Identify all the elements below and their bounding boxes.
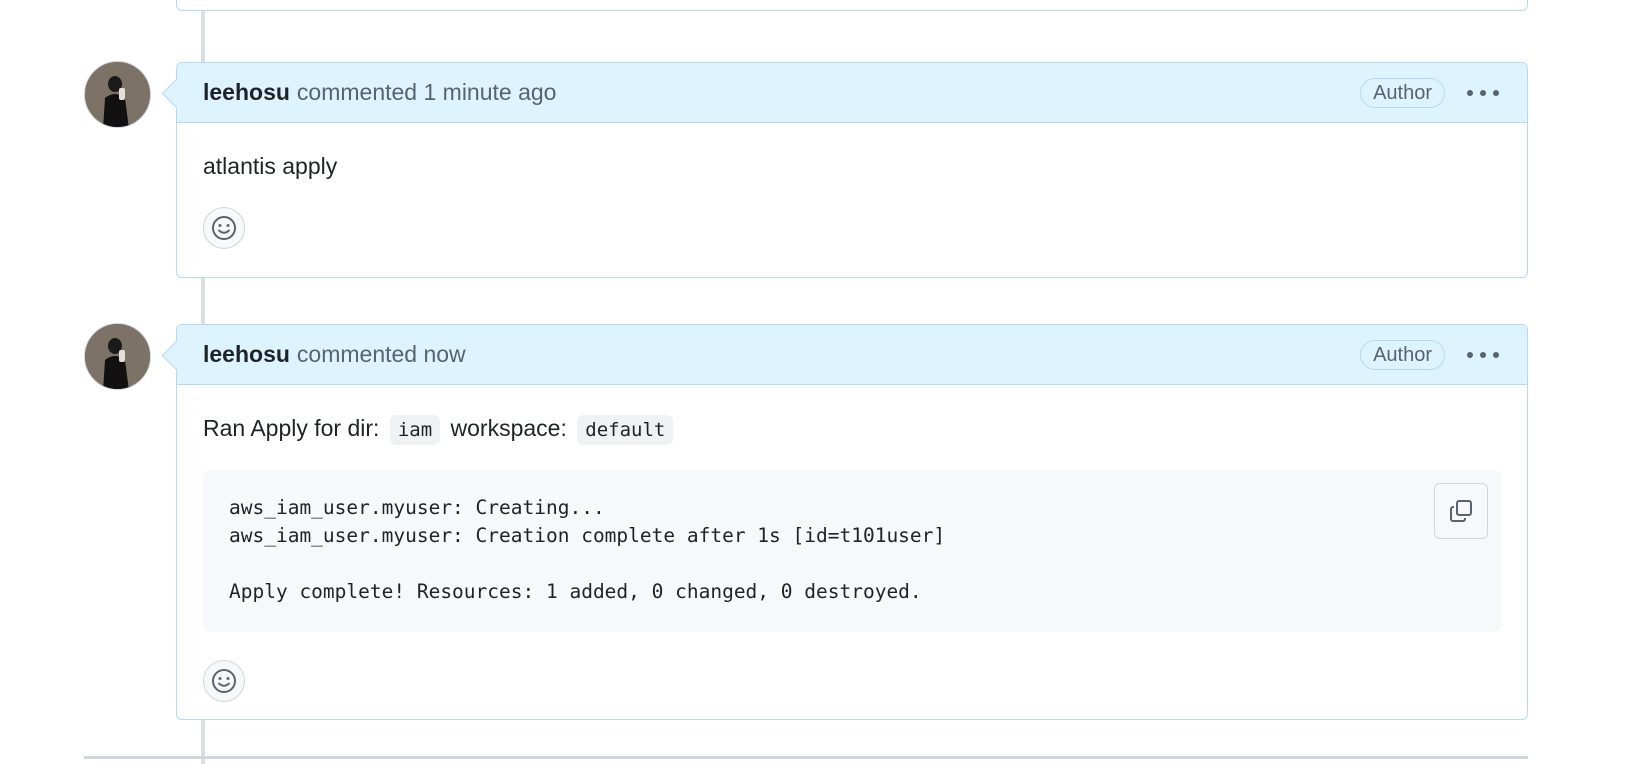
- author-badge: Author: [1360, 339, 1445, 370]
- author-badge: Author: [1360, 77, 1445, 108]
- body-middle: workspace:: [450, 415, 567, 441]
- dir-code: iam: [389, 415, 441, 445]
- avatar-image: [85, 62, 150, 127]
- previous-comment-box: [176, 0, 1528, 11]
- smiley-icon: [212, 669, 236, 693]
- code-block: aws_iam_user.myuser: Creating... aws_iam…: [203, 470, 1501, 632]
- comment-card: leehosu commented 1 minute ago Author at…: [176, 62, 1528, 278]
- avatar[interactable]: [84, 323, 151, 390]
- workspace-code: default: [577, 415, 674, 445]
- copy-button[interactable]: [1434, 483, 1488, 539]
- add-reaction-button[interactable]: [203, 207, 245, 249]
- body-prefix: Ran Apply for dir:: [203, 415, 380, 441]
- comment-timestamp[interactable]: commented now: [297, 341, 466, 368]
- add-reaction-button[interactable]: [203, 660, 245, 702]
- author-link[interactable]: leehosu: [203, 341, 290, 368]
- comment-text: Ran Apply for dir: iam workspace: defaul…: [203, 415, 1501, 445]
- avatar[interactable]: [84, 61, 151, 128]
- copy-icon: [1450, 500, 1472, 522]
- comment-body: Ran Apply for dir: iam workspace: defaul…: [177, 385, 1527, 728]
- code-line: aws_iam_user.myuser: Creation complete a…: [229, 524, 946, 547]
- comment-body: atlantis apply: [177, 123, 1527, 275]
- author-link[interactable]: leehosu: [203, 79, 290, 106]
- comment-header: leehosu commented 1 minute ago Author: [177, 63, 1527, 123]
- comment-header: leehosu commented now Author: [177, 325, 1527, 385]
- kebab-horizontal-icon[interactable]: [1467, 81, 1499, 105]
- smiley-icon: [212, 216, 236, 240]
- code-line: Apply complete! Resources: 1 added, 0 ch…: [229, 580, 922, 603]
- comment-timestamp[interactable]: commented 1 minute ago: [297, 79, 557, 106]
- comment-text: atlantis apply: [203, 153, 338, 179]
- comment-card: leehosu commented now Author Ran Apply f…: [176, 324, 1528, 720]
- code-line: aws_iam_user.myuser: Creating...: [229, 496, 605, 519]
- kebab-horizontal-icon[interactable]: [1467, 343, 1499, 367]
- avatar-image: [85, 324, 150, 389]
- timeline-divider: [84, 756, 1528, 759]
